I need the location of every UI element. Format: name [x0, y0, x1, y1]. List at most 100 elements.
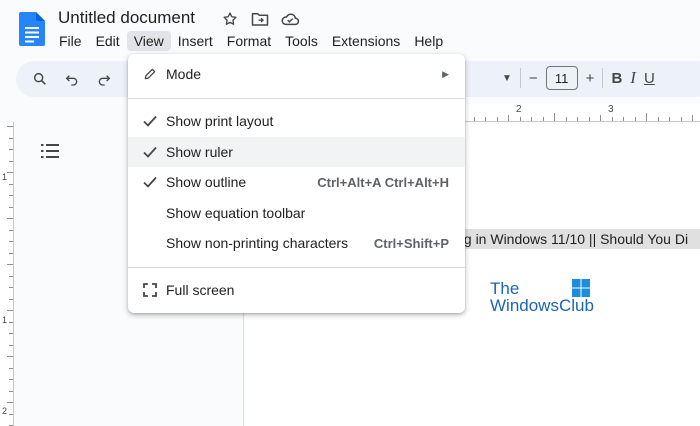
ruler-tick [9, 229, 13, 231]
checkmark-icon [141, 143, 159, 161]
undo-icon[interactable] [62, 69, 82, 89]
menu-bar: File Edit View Insert Format Tools Exten… [52, 31, 450, 51]
cloud-saved-icon[interactable] [280, 9, 300, 29]
menu-item-label: Show print layout [166, 113, 274, 129]
horizontal-ruler[interactable]: 2 3 [460, 104, 700, 122]
menu-item-full-screen[interactable]: Full screen [128, 275, 465, 305]
menu-item-show-print-layout[interactable]: Show print layout [128, 106, 465, 136]
ruler-tick [565, 117, 567, 121]
menu-divider [128, 267, 465, 268]
logo-line-2: WindowsClub [490, 296, 594, 315]
font-size-input[interactable]: 11 [545, 66, 578, 90]
outline-list-icon[interactable] [41, 144, 59, 158]
ruler-tick [9, 149, 13, 150]
ruler-number: 3 [608, 104, 614, 115]
ruler-tick [9, 344, 13, 346]
ruler-number: 1 [2, 315, 8, 325]
ruler-tick [611, 117, 613, 121]
menu-item-label: Mode [166, 66, 202, 82]
menu-item-mode[interactable]: Mode ▶ [128, 59, 465, 89]
ruler-tick [657, 117, 659, 121]
menu-format[interactable]: Format [220, 31, 278, 51]
ruler-tick [542, 117, 544, 121]
windows-flag-icon [572, 279, 590, 297]
menu-item-show-non-printing-characters[interactable]: Show non-printing characters Ctrl+Shift+… [128, 228, 465, 258]
checkmark-icon [141, 173, 159, 191]
menu-file[interactable]: File [52, 31, 89, 51]
ruler-tick [623, 117, 624, 121]
redo-icon[interactable] [94, 69, 114, 89]
ruler-tick [9, 298, 13, 300]
ruler-tick [519, 117, 521, 121]
bold-button[interactable]: B [611, 70, 622, 87]
keyboard-shortcut: Ctrl+Alt+A Ctrl+Alt+H [317, 174, 449, 190]
increase-font-size-button[interactable]: + [586, 70, 595, 87]
menu-item-label: Show non-printing characters [166, 235, 349, 251]
ruler-tick [473, 117, 475, 121]
ruler-tick [9, 367, 13, 369]
menu-divider [128, 98, 465, 99]
vertical-ruler[interactable]: 1 1 2 [0, 122, 14, 426]
ruler-tick [600, 115, 601, 121]
view-menu-dropdown: Mode ▶ Show print layout Show ruler Show… [128, 54, 465, 313]
italic-button[interactable]: I [630, 68, 636, 88]
windowsclub-logo: The WindowsClub [490, 279, 594, 315]
star-icon[interactable] [220, 9, 240, 29]
menu-item-label: Show equation toolbar [166, 205, 306, 221]
fullscreen-icon [141, 281, 159, 299]
checkmark-icon [141, 112, 159, 130]
move-folder-icon[interactable] [250, 9, 270, 29]
search-menus-icon[interactable] [30, 69, 50, 89]
ruler-tick [508, 115, 509, 121]
menu-item-show-ruler[interactable]: Show ruler [128, 137, 465, 167]
ruler-tick [9, 390, 13, 392]
ruler-number: 2 [516, 104, 522, 115]
title-actions [220, 9, 300, 29]
underline-button[interactable]: U [644, 70, 655, 87]
ruler-number: 1 [2, 172, 8, 182]
menu-item-label: Show outline [166, 174, 247, 190]
selected-heading-text[interactable]: ing in Windows 11/10 || Should You Di [452, 229, 700, 249]
ruler-tick [7, 126, 13, 127]
ruler-tick [496, 117, 498, 121]
font-dropdown-caret-icon[interactable]: ▼ [502, 73, 512, 84]
menu-view[interactable]: View [126, 31, 171, 51]
toolbar-separator [519, 68, 521, 88]
submenu-arrow-icon: ▶ [442, 68, 449, 79]
ruler-tick [7, 310, 13, 311]
menu-help[interactable]: Help [407, 31, 450, 51]
docs-logo-icon[interactable] [19, 12, 45, 46]
ruler-tick [9, 413, 13, 415]
ruler-tick [692, 115, 693, 121]
ruler-tick [634, 117, 636, 121]
ruler-tick [7, 172, 13, 173]
toolbar-left-group [30, 69, 114, 89]
ruler-tick [485, 117, 486, 121]
ruler-tick [9, 206, 13, 208]
menu-tools[interactable]: Tools [278, 31, 325, 51]
ruler-tick [9, 137, 13, 139]
ruler-tick [9, 160, 13, 162]
ruler-tick [554, 113, 555, 121]
ruler-tick [646, 113, 647, 121]
ruler-tick [9, 275, 13, 277]
ruler-tick [577, 117, 578, 121]
menu-extensions[interactable]: Extensions [325, 31, 407, 51]
google-docs-window: Untitled document File Edit View Insert … [0, 0, 700, 426]
ruler-tick [588, 117, 590, 121]
ruler-number: 2 [2, 406, 8, 416]
ruler-tick [9, 252, 13, 254]
decrease-font-size-button[interactable]: − [529, 70, 538, 87]
ruler-tick [7, 356, 13, 357]
ruler-tick [669, 117, 670, 121]
ruler-tick [7, 218, 13, 219]
menu-item-show-outline[interactable]: Show outline Ctrl+Alt+A Ctrl+Alt+H [128, 167, 465, 197]
ruler-tick [9, 241, 13, 242]
document-title[interactable]: Untitled document [58, 8, 195, 28]
menu-item-show-equation-toolbar[interactable]: Show equation toolbar [128, 198, 465, 228]
ruler-tick [9, 333, 13, 334]
menu-edit[interactable]: Edit [89, 31, 127, 51]
pencil-icon [141, 65, 159, 83]
ruler-tick [9, 287, 13, 288]
menu-insert[interactable]: Insert [171, 31, 220, 51]
